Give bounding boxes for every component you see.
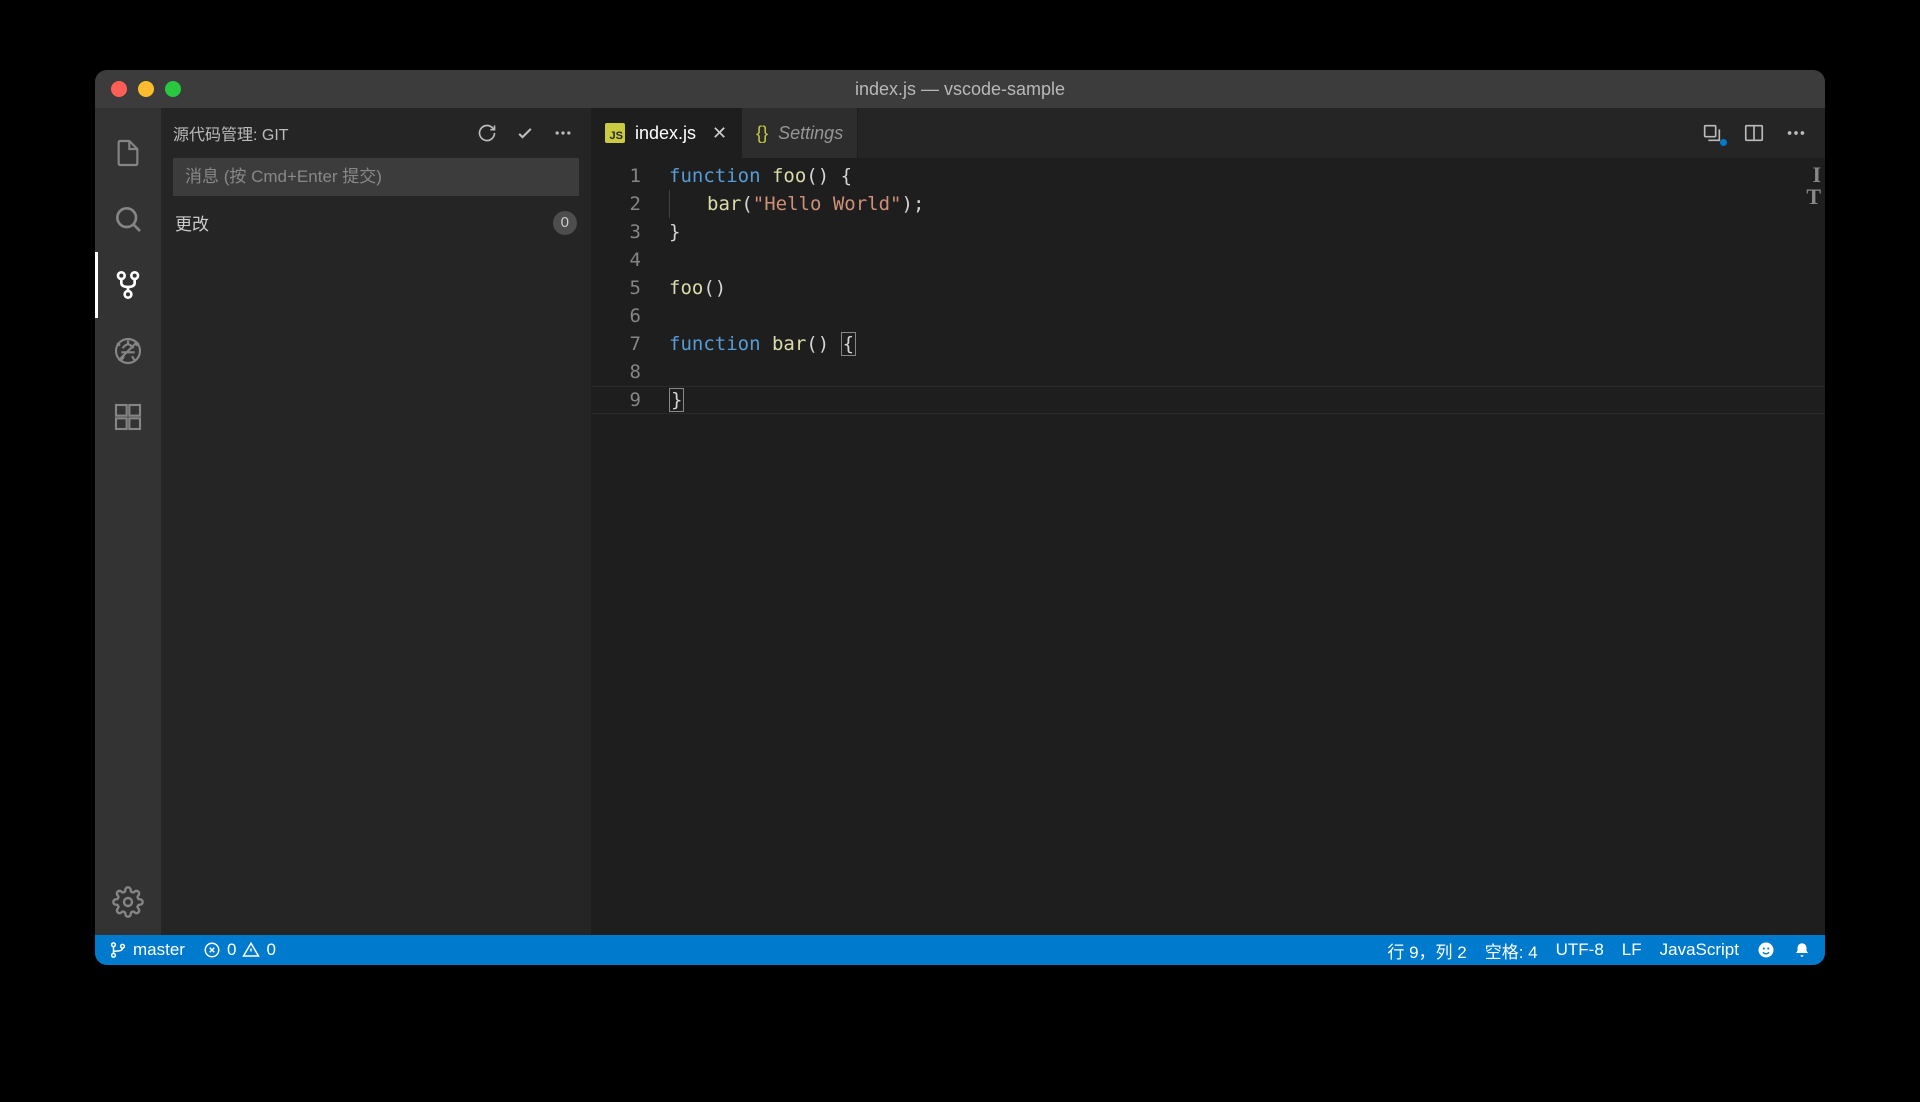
source-control-icon[interactable] xyxy=(95,252,161,318)
editor-area: JS index.js ✕ {} Settings xyxy=(591,108,1825,935)
code-content[interactable]: function foo() { bar("Hello World"); } f… xyxy=(669,158,1825,935)
minimap[interactable]: IT xyxy=(1795,158,1825,208)
extensions-icon[interactable] xyxy=(95,384,161,450)
vscode-window: index.js — vscode-sample xyxy=(95,70,1825,965)
explorer-icon[interactable] xyxy=(95,120,161,186)
source-control-sidebar: 源代码管理: GIT 更改 0 xyxy=(161,108,591,935)
traffic-lights xyxy=(95,81,181,97)
window-title: index.js — vscode-sample xyxy=(855,79,1065,100)
titlebar: index.js — vscode-sample xyxy=(95,70,1825,108)
feedback-icon[interactable] xyxy=(1757,941,1775,959)
code-editor[interactable]: 1 2 3 4 5 6 7 8 9 function foo() { bar("… xyxy=(591,158,1825,935)
notifications-icon[interactable] xyxy=(1793,941,1811,959)
encoding-status[interactable]: UTF-8 xyxy=(1556,940,1604,960)
git-branch-status[interactable]: master xyxy=(109,940,185,960)
problems-status[interactable]: 0 0 xyxy=(203,940,276,960)
minimize-window-button[interactable] xyxy=(138,81,154,97)
language-mode-status[interactable]: JavaScript xyxy=(1660,940,1739,960)
refresh-icon[interactable] xyxy=(477,123,497,143)
eol-status[interactable]: LF xyxy=(1622,940,1642,960)
tab-label: index.js xyxy=(635,123,696,144)
split-editor-icon[interactable] xyxy=(1743,122,1765,144)
changes-section[interactable]: 更改 0 xyxy=(161,204,591,241)
commit-message-input[interactable] xyxy=(173,158,579,196)
tabs-row: JS index.js ✕ {} Settings xyxy=(591,108,1825,158)
tab-label: Settings xyxy=(778,123,843,144)
settings-gear-icon[interactable] xyxy=(95,869,161,935)
debug-icon[interactable] xyxy=(95,318,161,384)
line-numbers-gutter: 1 2 3 4 5 6 7 8 9 xyxy=(591,158,669,935)
status-bar: master 0 0 行 9，列 2 空格: 4 UTF-8 LF JavaSc… xyxy=(95,935,1825,965)
cursor-position-status[interactable]: 行 9，列 2 xyxy=(1387,938,1466,963)
search-icon[interactable] xyxy=(95,186,161,252)
more-actions-icon[interactable] xyxy=(553,123,573,143)
sidebar-title: 源代码管理: GIT xyxy=(173,121,477,145)
indentation-status[interactable]: 空格: 4 xyxy=(1485,938,1538,963)
compare-changes-icon[interactable] xyxy=(1701,122,1723,144)
tab-settings[interactable]: {} Settings xyxy=(742,108,858,158)
activity-bar xyxy=(95,108,161,935)
changes-count-badge: 0 xyxy=(553,211,577,235)
javascript-file-icon: JS xyxy=(605,123,625,143)
maximize-window-button[interactable] xyxy=(165,81,181,97)
settings-file-icon: {} xyxy=(756,123,768,144)
close-tab-icon[interactable]: ✕ xyxy=(712,123,727,144)
more-editor-actions-icon[interactable] xyxy=(1785,122,1807,144)
tab-index-js[interactable]: JS index.js ✕ xyxy=(591,108,742,158)
changes-label: 更改 xyxy=(175,210,553,235)
commit-icon[interactable] xyxy=(515,123,535,143)
close-window-button[interactable] xyxy=(111,81,127,97)
